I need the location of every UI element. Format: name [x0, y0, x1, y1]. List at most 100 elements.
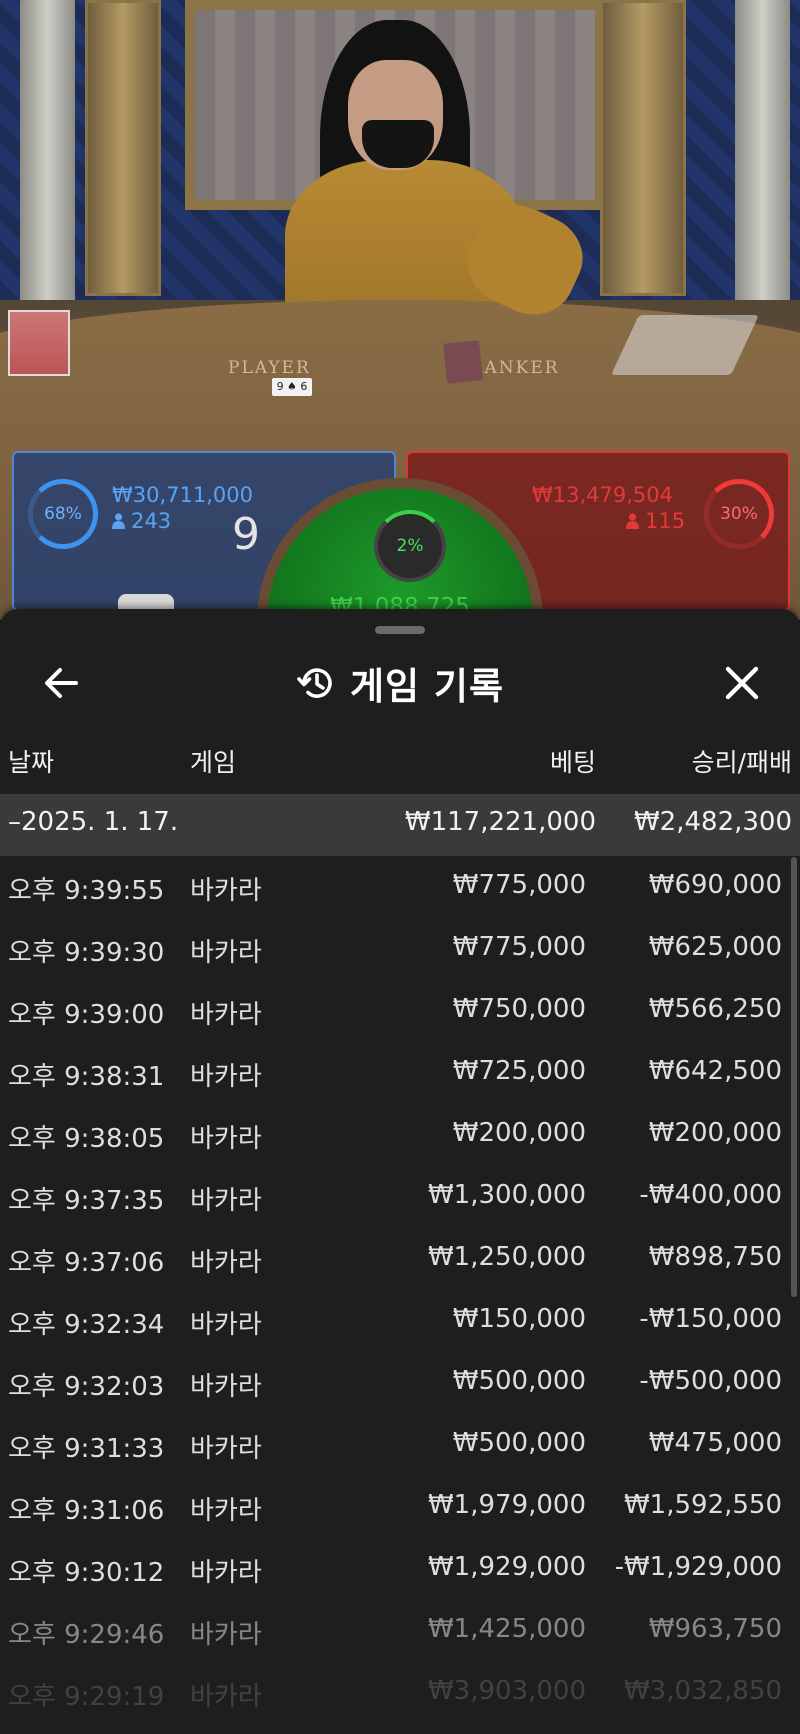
row-result: ₩1,592,550	[623, 1490, 782, 1520]
column-bet: 베팅	[549, 748, 596, 777]
row-result: ₩200,000	[648, 1118, 782, 1148]
row-time: 오후 9:30:12	[8, 1558, 165, 1588]
row-time: 오후 9:37:06	[8, 1248, 165, 1278]
row-game: 바카라	[190, 1248, 262, 1278]
person-icon	[112, 513, 125, 529]
drag-handle[interactable]	[375, 626, 425, 634]
row-result: -₩500,000	[639, 1366, 782, 1396]
row-bet: ₩750,000	[452, 994, 586, 1024]
scrollbar[interactable]	[791, 857, 797, 1297]
row-result: ₩475,000	[648, 1428, 782, 1458]
history-row[interactable]: 오후 9:31:33 바카라 ₩500,000 ₩475,000	[0, 1415, 790, 1477]
history-icon	[297, 668, 332, 698]
row-game: 바카라	[190, 876, 262, 906]
row-time: 오후 9:31:33	[8, 1434, 165, 1464]
row-game: 바카라	[190, 1434, 262, 1464]
game-history-sheet: 게임 기록 날짜 게임 베팅 승리/패배 –2025. 1. 17. ₩117,…	[0, 609, 800, 1734]
close-button[interactable]	[718, 659, 766, 707]
player-percent: 68%	[44, 504, 82, 524]
player-percent-ring: 68%	[28, 479, 98, 549]
sheet-header: 게임 기록	[0, 641, 800, 727]
banker-bettor-count: 115	[626, 509, 685, 533]
row-bet: ₩500,000	[452, 1428, 586, 1458]
history-row[interactable]: 오후 9:29:19 바카라 ₩3,903,000 ₩3,032,850	[0, 1663, 790, 1725]
close-icon	[725, 666, 759, 700]
row-result: -₩1,929,000	[614, 1552, 782, 1582]
row-game: 바카라	[190, 1558, 262, 1588]
column-game: 게임	[190, 748, 237, 777]
row-time: 오후 9:39:55	[8, 876, 165, 906]
history-row[interactable]: 오후 9:38:05 바카라 ₩200,000 ₩200,000	[0, 1105, 790, 1167]
row-game: 바카라	[190, 1310, 262, 1340]
row-bet: ₩500,000	[452, 1366, 586, 1396]
row-bet: ₩1,425,000	[427, 1614, 586, 1644]
row-result: ₩566,250	[648, 994, 782, 1024]
player-count-value: 243	[131, 509, 172, 533]
history-row[interactable]: 오후 9:39:55 바카라 ₩775,000 ₩690,000	[0, 857, 790, 919]
table-label-banker: BANKER	[470, 358, 560, 378]
summary-result-total: ₩2,482,300	[633, 807, 792, 837]
history-row[interactable]: 오후 9:31:06 바카라 ₩1,979,000 ₩1,592,550	[0, 1477, 790, 1539]
dealt-card: 9 ♠ 6	[272, 378, 312, 396]
row-result: ₩642,500	[648, 1056, 782, 1086]
row-result: -₩150,000	[639, 1304, 782, 1334]
date-summary-row[interactable]: –2025. 1. 17. ₩117,221,000 ₩2,482,300	[0, 794, 800, 856]
row-time: 오후 9:29:46	[8, 1620, 165, 1650]
history-row[interactable]: 오후 9:38:31 바카라 ₩725,000 ₩642,500	[0, 1043, 790, 1105]
row-game: 바카라	[190, 1372, 262, 1402]
banker-bet-amount: ₩13,479,504	[532, 483, 674, 507]
row-time: 오후 9:38:05	[8, 1124, 165, 1154]
history-row[interactable]: 오후 9:39:00 바카라 ₩750,000 ₩566,250	[0, 981, 790, 1043]
row-time: 오후 9:37:35	[8, 1186, 165, 1216]
history-row[interactable]: 오후 9:29:46 바카라 ₩1,425,000 ₩963,750	[0, 1601, 790, 1663]
banker-percent: 30%	[720, 504, 758, 524]
banker-percent-ring: 30%	[704, 479, 774, 549]
history-row[interactable]: 오후 9:39:30 바카라 ₩775,000 ₩625,000	[0, 919, 790, 981]
row-result: ₩963,750	[648, 1614, 782, 1644]
player-score: 9	[232, 509, 260, 560]
sheet-title: 게임 기록	[349, 665, 505, 708]
history-list: 오후 9:39:55 바카라 ₩775,000 ₩690,000 오후 9:39:30 바…	[0, 857, 800, 1734]
row-game: 바카라	[190, 938, 262, 968]
table-label-player: PLAYER	[228, 358, 311, 378]
row-bet: ₩3,903,000	[427, 1676, 586, 1706]
row-time: 오후 9:39:30	[8, 938, 165, 968]
row-result: ₩690,000	[648, 870, 782, 900]
history-row[interactable]: 오후 9:32:03 바카라 ₩500,000 -₩500,000	[0, 1353, 790, 1415]
tie-percent: 2%	[396, 536, 424, 556]
row-bet: ₩725,000	[452, 1056, 586, 1086]
card-in-hand	[443, 340, 483, 384]
row-time: 오후 9:32:03	[8, 1372, 165, 1402]
row-bet: ₩1,929,000	[427, 1552, 586, 1582]
sheet-title-group: 게임 기록	[0, 659, 800, 708]
row-time: 오후 9:39:00	[8, 1000, 165, 1030]
row-bet: ₩1,300,000	[427, 1180, 586, 1210]
pillar	[20, 0, 75, 300]
summary-date: –2025. 1. 17.	[8, 807, 179, 837]
column-date: 날짜	[8, 748, 55, 777]
table-header: 날짜 게임 베팅 승리/패배	[0, 743, 800, 793]
row-game: 바카라	[190, 1496, 262, 1526]
row-game: 바카라	[190, 1186, 262, 1216]
player-bettor-count: 243	[112, 509, 171, 533]
gold-panel	[85, 0, 161, 296]
row-result: -₩400,000	[639, 1180, 782, 1210]
row-game: 바카라	[190, 1062, 262, 1092]
row-time: 오후 9:29:19	[8, 1682, 165, 1712]
dealer-mask	[362, 120, 434, 168]
row-game: 바카라	[190, 1620, 262, 1650]
history-row[interactable]: 오후 9:30:12 바카라 ₩1,929,000 -₩1,929,000	[0, 1539, 790, 1601]
row-game: 바카라	[190, 1000, 262, 1030]
pillar	[735, 0, 790, 300]
row-bet: ₩1,250,000	[427, 1242, 586, 1272]
gold-panel	[600, 0, 686, 296]
row-result: ₩625,000	[648, 932, 782, 962]
row-time: 오후 9:31:06	[8, 1496, 165, 1526]
summary-bet-total: ₩117,221,000	[404, 807, 596, 837]
history-row[interactable]: 오후 9:37:35 바카라 ₩1,300,000 -₩400,000	[0, 1167, 790, 1229]
history-row[interactable]: 오후 9:32:34 바카라 ₩150,000 -₩150,000	[0, 1291, 790, 1353]
person-icon	[626, 513, 639, 529]
history-row[interactable]: 오후 9:37:06 바카라 ₩1,250,000 ₩898,750	[0, 1229, 790, 1291]
row-time: 오후 9:32:34	[8, 1310, 165, 1340]
card-deck	[8, 310, 70, 376]
